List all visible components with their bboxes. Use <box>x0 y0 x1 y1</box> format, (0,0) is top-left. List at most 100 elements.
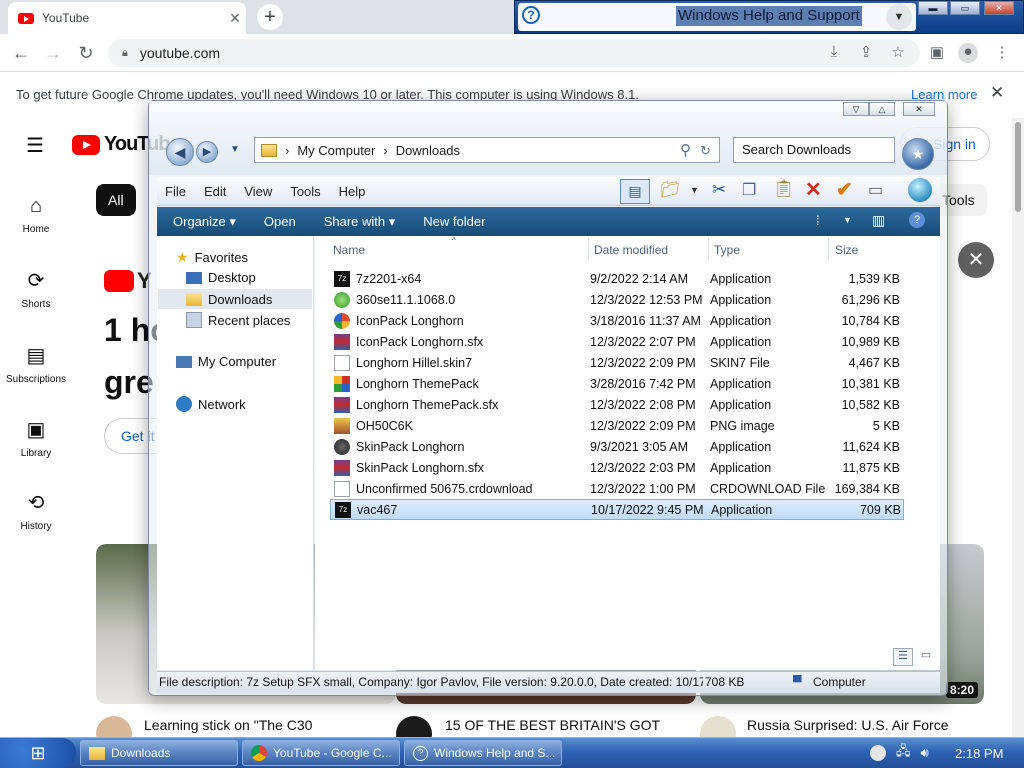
nav-desktop[interactable]: Desktop <box>186 270 256 285</box>
taskbar-item-downloads[interactable]: Downloads <box>80 740 238 766</box>
view-options-icon[interactable]: ⁞ <box>816 213 820 228</box>
file-row[interactable]: SkinPack Longhorn.sfx 12/3/2022 2:03 PM Ap… <box>330 457 904 478</box>
address-bar[interactable]: 🔒︎ youtube.com <box>108 39 920 67</box>
sidebar-item-library[interactable]: ▣ Library <box>0 417 72 459</box>
file-row[interactable]: IconPack Longhorn 3/18/2016 11:37 AM Appli… <box>330 310 904 331</box>
volume-icon[interactable]: 🔊︎ <box>921 745 929 761</box>
paste-icon[interactable]: 📋︎ <box>773 179 795 199</box>
infobar-close-icon[interactable]: ✕ <box>990 83 1004 103</box>
column-name[interactable]: Name <box>333 243 365 257</box>
file-row[interactable]: Unconfirmed 50675.crdownload 12/3/2022 1:… <box>330 478 904 499</box>
share-icon[interactable]: ⇪ <box>856 43 876 63</box>
nav-my-computer[interactable]: My Computer <box>176 354 276 369</box>
help-close-button[interactable]: ✕ <box>984 1 1014 15</box>
file-row[interactable]: SkinPack Longhorn 9/3/2021 3:05 AM Applica… <box>330 436 904 457</box>
file-row[interactable]: Longhorn ThemePack.sfx 12/3/2022 2:08 PM A… <box>330 394 904 415</box>
file-row[interactable]: IconPack Longhorn.sfx 12/3/2022 2:07 PM Ap… <box>330 331 904 352</box>
file-row[interactable]: Longhorn Hillel.skin7 12/3/2022 2:09 PM SK… <box>330 352 904 373</box>
menu-edit[interactable]: Edit <box>204 184 226 199</box>
menu-tools[interactable]: Tools <box>290 184 320 199</box>
nav-network[interactable]: Network <box>176 396 246 412</box>
side-panel-icon[interactable]: ▣ <box>927 43 947 63</box>
help-question-icon[interactable]: ? <box>909 212 925 228</box>
video-title[interactable]: 15 OF THE BEST BRITAIN'S GOT <box>445 717 660 733</box>
search-icon[interactable]: ⚲ <box>680 141 691 159</box>
tiles-view-icon[interactable]: ▭ <box>916 648 936 666</box>
file-row[interactable]: OH50C6K 12/3/2022 2:09 PM PNG image 5 KB <box>330 415 904 436</box>
explorer-address-bar[interactable]: › My Computer › Downloads <box>254 137 720 163</box>
sidebar-item-shorts[interactable]: ⟳ Shorts <box>0 268 72 310</box>
organize-button[interactable]: Organize ▾ <box>173 214 236 230</box>
help-minimize-button[interactable]: ▬ <box>918 1 948 15</box>
menu-help[interactable]: Help <box>339 184 366 199</box>
recent-pages-chevron-icon[interactable]: ▼ <box>230 144 240 155</box>
chip-all[interactable]: All <box>96 184 136 216</box>
taskbar-item-help[interactable]: ? Windows Help and S... <box>404 740 562 766</box>
file-row[interactable]: Longhorn ThemePack 3/28/2016 7:42 PM Appli… <box>330 373 904 394</box>
taskbar-clock[interactable]: 2:18 PM <box>955 746 1003 761</box>
copy-icon[interactable]: ❐ <box>742 180 756 200</box>
column-size[interactable]: Size <box>835 243 858 257</box>
new-tab-button[interactable]: + <box>257 4 283 30</box>
help-maximize-button[interactable]: ▭ <box>950 1 980 15</box>
file-row[interactable]: 7z 7z2201-x64 9/2/2022 2:14 AM Application 1… <box>330 268 904 289</box>
nav-downloads[interactable]: Downloads <box>158 289 312 309</box>
properties-icon[interactable]: ▭ <box>868 180 883 200</box>
menu-view[interactable]: View <box>244 184 272 199</box>
profile-avatar[interactable]: ● <box>958 43 978 63</box>
video-title[interactable]: Learning stick on "The C30 <box>144 717 312 733</box>
start-button[interactable]: ⊞ <box>0 738 76 768</box>
nav-favorites[interactable]: ★ Favorites <box>176 249 248 266</box>
nav-recent-places[interactable]: Recent places <box>186 312 290 328</box>
move-to-folder-icon[interactable]: 📁︎ <box>660 180 680 200</box>
preview-pane-icon[interactable]: ▤ <box>620 179 650 204</box>
new-folder-button[interactable]: New folder <box>423 214 485 229</box>
browser-tab[interactable]: YouTube ✕ <box>8 2 246 34</box>
refresh-icon[interactable]: ↻ <box>700 143 711 159</box>
cut-icon[interactable]: ✂ <box>712 180 726 200</box>
delete-icon[interactable]: ✕ <box>805 177 822 202</box>
explorer-forward-icon[interactable]: ▶ <box>196 141 218 163</box>
file-row[interactable]: 360se11.1.1068.0 12/3/2022 12:53 PM Applic… <box>330 289 904 310</box>
share-with-button[interactable]: Share with ▾ <box>324 214 396 230</box>
sidebar-item-subscriptions[interactable]: ▤ Subscriptions <box>0 343 72 385</box>
check-icon[interactable]: ✔ <box>836 177 853 202</box>
hamburger-menu-icon[interactable]: ☰ <box>26 133 44 158</box>
forward-arrow-icon[interactable]: → <box>40 41 66 65</box>
explorer-search-input[interactable]: Search Downloads <box>733 137 895 163</box>
back-arrow-icon[interactable]: ← <box>8 41 34 65</box>
sidebar-item-home[interactable]: ⌂ Home <box>0 195 72 235</box>
tab-close-icon[interactable]: ✕ <box>224 10 246 27</box>
breadcrumb-downloads[interactable]: Downloads <box>396 143 460 158</box>
explorer-minimize-button[interactable]: ▽ <box>843 102 869 116</box>
explorer-globe-icon[interactable]: ★ <box>902 138 934 170</box>
file-row[interactable]: 7z vac467 10/17/2022 9:45 PM Application 709… <box>330 499 904 520</box>
open-button[interactable]: Open <box>264 214 296 229</box>
taskbar-item-chrome[interactable]: YouTube - Google C... <box>242 740 400 766</box>
view-dropdown-icon[interactable]: ▼ <box>843 215 852 225</box>
details-view-icon[interactable]: ☰ <box>893 648 913 666</box>
chrome-menu-icon[interactable]: ⋮ <box>992 43 1012 63</box>
page-scrollbar[interactable] <box>1012 118 1024 737</box>
preview-toggle-icon[interactable]: ▥ <box>872 212 885 229</box>
column-divider[interactable] <box>708 238 709 260</box>
breadcrumb-my-computer[interactable]: My Computer <box>297 143 375 158</box>
folder-dropdown-icon[interactable]: ▼ <box>690 185 699 195</box>
column-divider[interactable] <box>828 238 829 260</box>
explorer-maximize-button[interactable]: △ <box>869 102 895 116</box>
video-title[interactable]: Russia Surprised: U.S. Air Force <box>747 717 949 733</box>
menu-file[interactable]: File <box>165 184 186 199</box>
action-center-icon[interactable] <box>870 745 886 761</box>
chevron-down-icon[interactable]: ▼ <box>886 4 912 30</box>
promo-close-icon[interactable]: ✕ <box>958 242 994 278</box>
column-date-modified[interactable]: Date modified <box>594 243 668 257</box>
column-divider[interactable] <box>588 238 589 260</box>
globe-icon[interactable] <box>908 178 932 202</box>
install-app-icon[interactable]: ⤓ <box>824 43 844 63</box>
explorer-back-icon[interactable]: ◀ <box>166 138 194 166</box>
explorer-close-button[interactable]: ✕ <box>903 102 935 116</box>
sidebar-item-history[interactable]: ⟲ History <box>0 490 72 532</box>
network-tray-icon[interactable]: 🖧︎ <box>896 742 911 764</box>
reload-icon[interactable]: ↻ <box>73 41 99 65</box>
bookmark-star-icon[interactable]: ☆ <box>888 43 908 63</box>
